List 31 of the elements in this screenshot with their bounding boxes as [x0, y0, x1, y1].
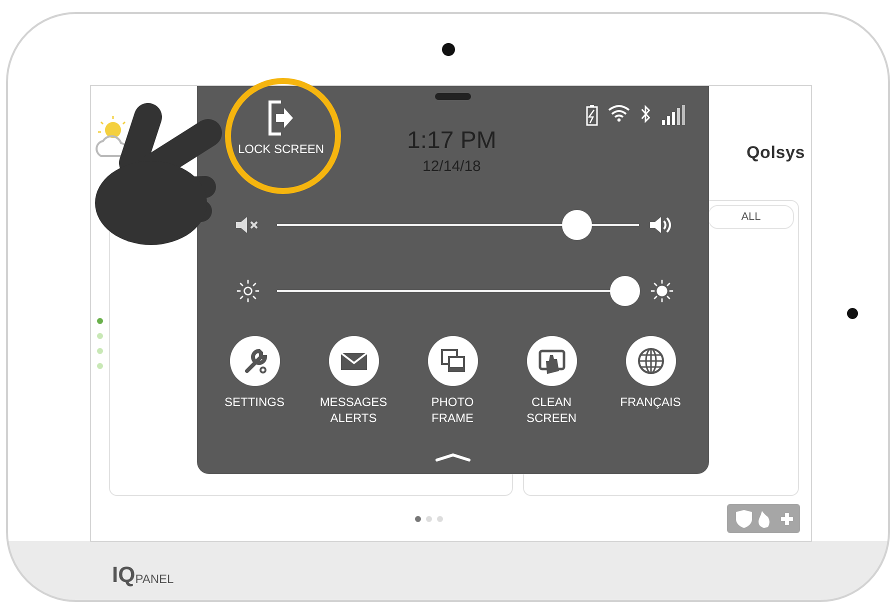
- quick-action-button[interactable]: PHOTO FRAME: [403, 336, 502, 426]
- slider-thumb[interactable]: [562, 210, 592, 240]
- wifi-icon: [608, 104, 630, 122]
- brand-logo: IQPANEL: [112, 564, 174, 586]
- sun-bright-icon: [649, 279, 675, 303]
- page-indicator-dot[interactable]: [97, 348, 103, 354]
- emergency-button[interactable]: [727, 504, 800, 533]
- battery-charging-icon: [586, 104, 598, 126]
- clock-date: 12/14/18: [422, 158, 481, 175]
- quick-action-button[interactable]: FRANÇAIS: [601, 336, 700, 426]
- quick-action-button[interactable]: SETTINGS: [205, 336, 304, 426]
- page-dot[interactable]: [426, 516, 432, 522]
- quick-action-button[interactable]: MESSAGES ALERTS: [304, 336, 403, 426]
- sensor-dot: [847, 308, 858, 319]
- drawer-handle[interactable]: [435, 93, 471, 100]
- slider-thumb[interactable]: [610, 276, 640, 306]
- exit-door-icon: [267, 100, 295, 136]
- chevron-up-icon[interactable]: [435, 452, 471, 462]
- signal-bars-icon: [661, 104, 685, 126]
- page-indicator-dot[interactable]: [97, 318, 103, 324]
- camera-dot: [442, 43, 454, 56]
- bluetooth-icon: [640, 104, 651, 124]
- page-indicator-dot[interactable]: [97, 363, 103, 369]
- sun-dim-icon: [235, 279, 261, 303]
- page-indicator-dot[interactable]: [97, 333, 103, 339]
- page-dot[interactable]: [415, 516, 421, 522]
- quick-action-button[interactable]: CLEAN SCREEN: [502, 336, 601, 426]
- clock-time: 1:17 PM: [407, 127, 496, 155]
- filter-tab[interactable]: ALL: [708, 205, 794, 229]
- company-logo: Qolsys: [746, 143, 805, 163]
- page-dot[interactable]: [437, 516, 443, 522]
